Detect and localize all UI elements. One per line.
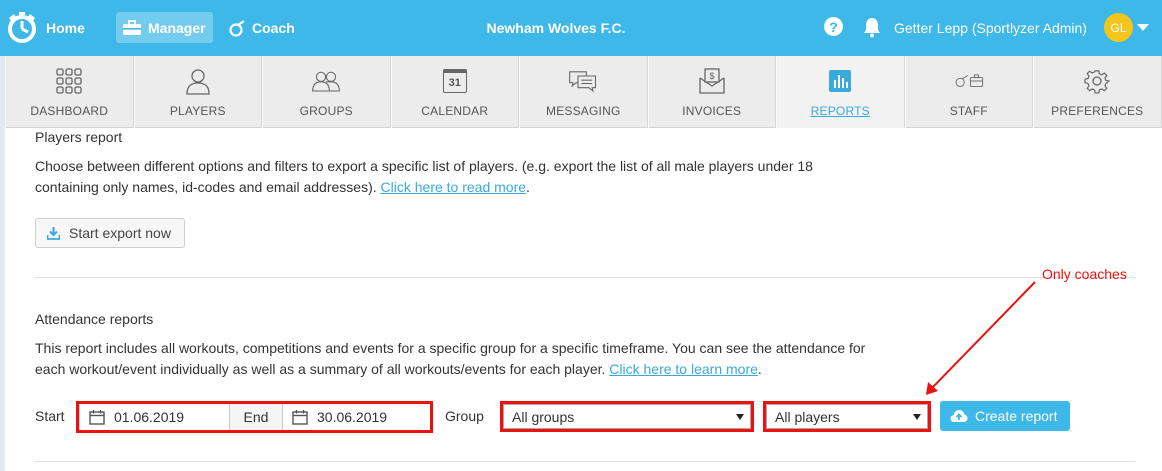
people-icon [312,71,341,92]
attendance-report-description: This report includes all workouts, compe… [35,338,935,380]
players-select-value: All players [775,408,840,425]
section-divider [35,277,1135,278]
start-label: Start [35,408,65,424]
cloud-upload-icon [950,410,968,422]
whistle-icon [229,20,245,37]
club-name: Newham Wolves F.C. [486,20,626,36]
group-label: Group [445,408,484,424]
tab-messaging[interactable]: MESSAGING [519,56,648,128]
download-icon [47,226,60,240]
tab-label: PLAYERS [169,104,226,118]
players-report-line2: containing only names, id-codes and emai… [35,179,377,195]
learn-more-link[interactable]: Click here to learn more [609,361,758,377]
stopwatch-logo-icon[interactable] [6,10,38,44]
coach-label: Coach [252,20,295,36]
chat-icon [569,71,597,93]
gear-icon [1084,70,1111,94]
user-name[interactable]: Getter Lepp (Sportlyzer Admin) [894,0,1087,56]
calendar-icon: 31 [442,69,467,93]
end-date-value: 30.06.2019 [317,409,388,425]
read-more-link[interactable]: Click here to read more [381,179,527,195]
tab-calendar[interactable]: 31 CALENDAR [390,56,519,128]
tab-players[interactable]: PLAYERS [133,56,262,128]
tab-label: STAFF [949,104,988,118]
calendar-icon [89,410,105,425]
start-export-button[interactable]: Start export now [35,218,185,248]
tab-label: CALENDAR [421,104,489,118]
svg-text:$: $ [709,71,714,81]
tab-groups[interactable]: GROUPS [262,56,391,128]
players-report-line1: Choose between different options and fil… [35,158,813,174]
invoice-icon: $ [699,68,725,94]
players-report-title: Players report [35,129,123,145]
person-icon [186,68,210,95]
tab-label: INVOICES [682,104,742,118]
section-divider-bottom [35,461,1135,462]
create-report-label: Create report [975,408,1058,424]
grid-icon [56,68,82,94]
tab-preferences[interactable]: PREFERENCES [1033,56,1162,128]
tab-invoices[interactable]: $ INVOICES [647,56,776,128]
attendance-report-title: Attendance reports [35,311,154,327]
tab-label: DASHBOARD [30,104,109,118]
briefcase-icon [123,19,141,35]
group-select[interactable]: All groups [503,404,751,429]
select-arrow-icon [736,414,744,420]
tab-label: PREFERENCES [1051,104,1144,118]
annotation-note: Only coaches [1042,266,1127,282]
bell-icon[interactable] [862,16,882,38]
attendance-report-line2: each workout/event individually as well … [35,361,606,377]
players-select[interactable]: All players [766,404,928,429]
help-icon[interactable]: ? [824,17,843,36]
group-select-value: All groups [512,408,575,425]
top-bar: Home Manager Coach Newham Wolves F.C. ? … [0,0,1162,56]
tab-label: GROUPS [299,104,353,118]
start-date-value: 01.06.2019 [114,409,185,425]
calendar-icon [292,410,308,425]
home-link[interactable]: Home [46,0,85,56]
attendance-report-suffix: . [757,361,762,377]
bar-chart-icon [829,70,852,92]
coach-link[interactable]: Coach [228,0,295,56]
manager-button[interactable]: Manager [116,12,213,43]
whistle-briefcase-icon [955,74,983,87]
players-report-description: Choose between different options and fil… [35,156,935,198]
attendance-report-line2-wrap: each workout/event individually as well … [35,359,935,380]
main-nav: DASHBOARD PLAYERS GROUPS 31 CALENDAR MES… [5,56,1162,128]
start-date-input[interactable]: 01.06.2019 [79,403,230,431]
end-label: End [230,403,282,431]
players-report-line2-wrap: containing only names, id-codes and emai… [35,177,935,198]
players-report-suffix: . [526,179,530,195]
tab-dashboard[interactable]: DASHBOARD [5,56,134,128]
select-arrow-icon [913,414,921,420]
tab-reports[interactable]: REPORTS [776,56,905,128]
start-export-label: Start export now [69,225,171,241]
chevron-down-icon[interactable] [1137,24,1149,31]
create-report-button[interactable]: Create report [940,401,1070,431]
avatar[interactable]: GL [1104,13,1133,42]
end-date-input[interactable]: 30.06.2019 [282,403,431,431]
tab-staff[interactable]: STAFF [904,56,1033,128]
tab-label: REPORTS [810,104,870,118]
manager-label: Manager [148,19,206,36]
attendance-report-line1: This report includes all workouts, compe… [35,340,866,356]
tab-label: MESSAGING [546,104,621,118]
